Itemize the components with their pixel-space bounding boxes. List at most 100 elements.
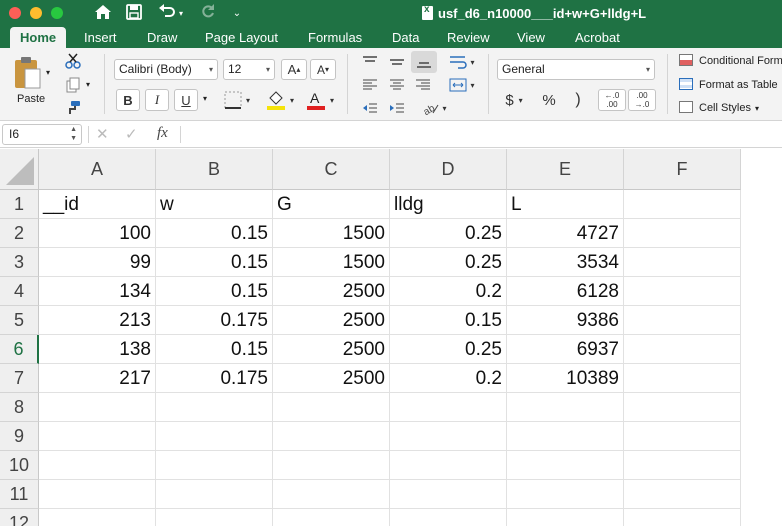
percent-style-button[interactable]: % [537,89,561,111]
cell-d1[interactable]: lldg [390,190,507,219]
copy-icon[interactable] [64,76,82,94]
cell-a8[interactable] [39,393,156,422]
column-header-f[interactable]: F [624,149,741,190]
cell-f8[interactable] [624,393,741,422]
borders-button[interactable]: ▾ [217,89,257,111]
cell-e12[interactable] [507,509,624,526]
cell-e7[interactable]: 10389 [507,364,624,393]
cell-f11[interactable] [624,480,741,509]
decrease-decimal-button[interactable]: .00 →.0 [628,89,656,111]
paste-dropdown-icon[interactable]: ▾ [46,68,50,77]
cell-c4[interactable]: 2500 [273,277,390,306]
minimize-window-button[interactable] [30,7,42,19]
decrease-font-size-button[interactable]: A ▾ [310,59,336,80]
cell-c12[interactable] [273,509,390,526]
cell-a9[interactable] [39,422,156,451]
cell-f2[interactable] [624,219,741,248]
row-header-4[interactable]: 4 [0,277,39,306]
cell-f9[interactable] [624,422,741,451]
cell-b5[interactable]: 0.175 [156,306,273,335]
row-header-9[interactable]: 9 [0,422,39,451]
formula-input[interactable] [188,125,778,145]
cell-b11[interactable] [156,480,273,509]
row-header-5[interactable]: 5 [0,306,39,335]
cell-d7[interactable]: 0.2 [390,364,507,393]
cell-a11[interactable] [39,480,156,509]
cell-c8[interactable] [273,393,390,422]
cell-e4[interactable]: 6128 [507,277,624,306]
select-all-button[interactable] [0,149,39,190]
cell-a1[interactable]: __id [39,190,156,219]
cell-b8[interactable] [156,393,273,422]
row-header-8[interactable]: 8 [0,393,39,422]
cut-icon[interactable] [64,52,82,70]
cell-a10[interactable] [39,451,156,480]
tab-page-layout[interactable]: Page Layout [205,29,278,46]
merge-center-button[interactable]: ▾ [445,75,479,95]
insert-function-icon[interactable]: fx [157,125,168,142]
increase-decimal-button[interactable]: ←.0 .00 [598,89,626,111]
cell-a5[interactable]: 213 [39,306,156,335]
conditional-formatting-button[interactable]: Conditional Formatting [679,54,782,67]
comma-style-button[interactable]: ) [566,89,590,111]
fill-color-button[interactable]: ▾ [262,89,298,111]
tab-acrobat[interactable]: Acrobat [575,29,620,46]
copy-dropdown-icon[interactable]: ▾ [86,80,90,89]
underline-button[interactable]: U [174,89,198,111]
cell-d3[interactable]: 0.25 [390,248,507,277]
undo-icon[interactable] [157,4,177,24]
row-header-2[interactable]: 2 [0,219,39,248]
decrease-indent-button[interactable] [358,98,382,118]
align-left-button[interactable] [358,75,382,95]
cell-a2[interactable]: 100 [39,219,156,248]
font-size-select[interactable]: 12 ▾ [223,59,275,80]
name-box-stepper-icon[interactable]: ▲ ▼ [70,125,77,143]
row-header-1[interactable]: 1 [0,190,39,219]
cell-c11[interactable] [273,480,390,509]
save-icon[interactable] [124,4,144,24]
cell-c7[interactable]: 2500 [273,364,390,393]
cell-d12[interactable] [390,509,507,526]
cell-c2[interactable]: 1500 [273,219,390,248]
cell-f5[interactable] [624,306,741,335]
cell-e2[interactable]: 4727 [507,219,624,248]
tab-view[interactable]: View [517,29,545,46]
cell-b10[interactable] [156,451,273,480]
format-painter-icon[interactable] [64,99,82,117]
column-header-c[interactable]: C [273,149,390,190]
orientation-button[interactable]: ab ▾ [418,98,452,118]
cell-d6[interactable]: 0.25 [390,335,507,364]
name-box[interactable]: I6 ▲ ▼ [2,124,82,145]
increase-indent-button[interactable] [385,98,409,118]
column-header-e[interactable]: E [507,149,624,190]
align-top-button[interactable] [358,52,382,72]
cell-e3[interactable]: 3534 [507,248,624,277]
tab-home[interactable]: Home [10,27,67,48]
number-format-select[interactable]: General ▾ [497,59,655,80]
italic-button[interactable]: I [145,89,169,111]
accounting-format-button[interactable]: $ ▾ [497,89,531,111]
tab-review[interactable]: Review [447,29,490,46]
home-icon[interactable] [93,4,113,24]
wrap-text-button[interactable]: ▾ [445,52,479,72]
cell-b3[interactable]: 0.15 [156,248,273,277]
cell-c1[interactable]: G [273,190,390,219]
cell-c3[interactable]: 1500 [273,248,390,277]
tab-draw[interactable]: Draw [147,29,177,46]
row-header-12[interactable]: 12 [0,509,39,526]
align-bottom-button[interactable] [411,51,437,73]
cell-d4[interactable]: 0.2 [390,277,507,306]
cell-f3[interactable] [624,248,741,277]
cell-d9[interactable] [390,422,507,451]
row-header-7[interactable]: 7 [0,364,39,393]
row-header-10[interactable]: 10 [0,451,39,480]
cell-a12[interactable] [39,509,156,526]
cell-e5[interactable]: 9386 [507,306,624,335]
column-header-d[interactable]: D [390,149,507,190]
row-header-3[interactable]: 3 [0,248,39,277]
column-header-a[interactable]: A [39,149,156,190]
cell-c9[interactable] [273,422,390,451]
confirm-icon[interactable]: ✓ [125,125,138,143]
font-color-button[interactable]: A ▾ [302,89,338,111]
cell-d2[interactable]: 0.25 [390,219,507,248]
